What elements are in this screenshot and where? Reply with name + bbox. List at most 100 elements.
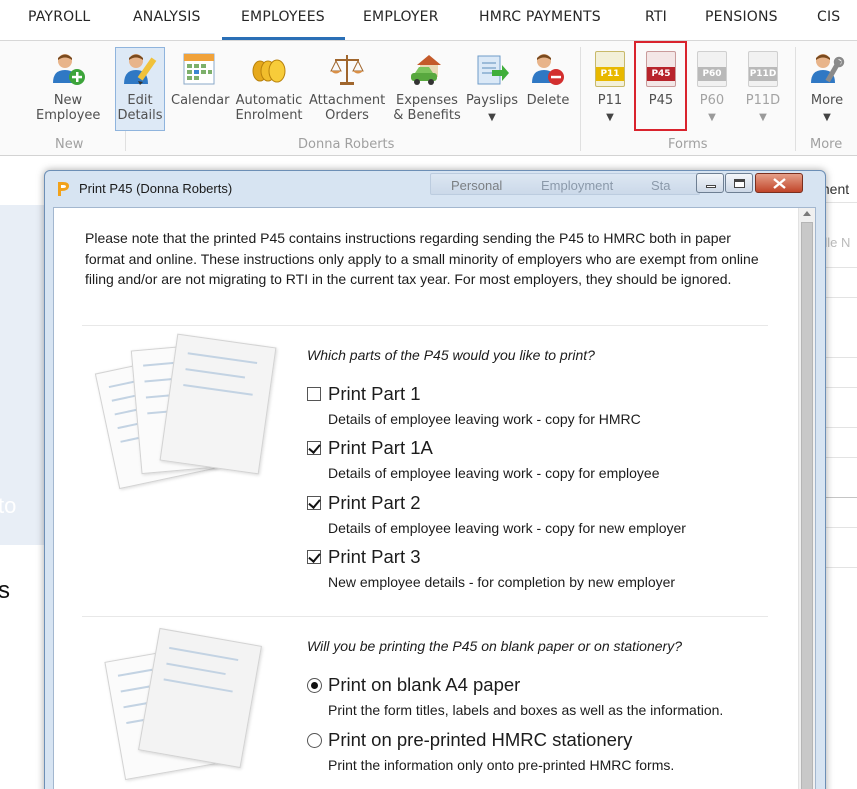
background-tab-employment: Employment <box>541 178 614 193</box>
maximize-icon <box>734 179 745 188</box>
p60-form-icon: P60 <box>697 51 727 87</box>
p11-dropdown-arrow[interactable]: ▼ <box>592 110 628 125</box>
p11d-icon-text: P11D <box>749 67 777 81</box>
background-divider <box>822 297 857 298</box>
p11d-dropdown-arrow[interactable]: ▼ <box>744 110 782 125</box>
menu-employees[interactable]: EMPLOYEES <box>241 9 325 25</box>
scrollbar-thumb[interactable] <box>801 222 813 789</box>
background-divider <box>822 427 857 428</box>
calendar-icon <box>181 51 217 87</box>
automatic-enrolment-label: Automatic Enrolment <box>235 93 303 123</box>
new-employee-button[interactable]: New Employee <box>36 51 100 123</box>
ribbon: New Employee Edit Details Calendar Autom… <box>0 41 857 156</box>
edit-details-icon <box>122 51 158 87</box>
p45-instructions-note: Please note that the printed P45 contain… <box>85 230 759 287</box>
p11d-label: P11D <box>745 93 781 108</box>
p11-button[interactable]: P11 P11 ▼ <box>592 51 628 125</box>
delete-label: Delete <box>526 93 570 108</box>
parts-question: Which parts of the P45 would you like to… <box>307 347 595 363</box>
more-button[interactable]: More ▼ <box>806 51 848 125</box>
edit-details-button[interactable]: Edit Details <box>115 47 165 131</box>
print-part-3-description: New employee details - for completion by… <box>328 574 676 590</box>
background-divider <box>822 267 857 268</box>
p45-forms-illustration <box>94 333 284 490</box>
p60-icon-text: P60 <box>698 67 726 81</box>
background-left-text: to <box>0 493 17 518</box>
blank-paper-description: Print the form titles, labels and boxes … <box>328 702 724 718</box>
dialog-body: Please note that the printed P45 contain… <box>53 207 816 789</box>
payslips-label: Payslips <box>466 93 518 108</box>
background-divider <box>822 202 857 203</box>
new-employee-label: New Employee <box>36 93 101 123</box>
menu-payroll[interactable]: PAYROLL <box>28 9 90 25</box>
maximize-button[interactable] <box>725 173 753 193</box>
background-tab-strip: Personal Employment Sta <box>430 173 700 195</box>
background-divider <box>822 497 857 498</box>
print-part-1-checkbox[interactable] <box>307 387 321 401</box>
background-divider <box>822 387 857 388</box>
background-tab-third: Sta <box>651 178 671 193</box>
automatic-enrolment-button[interactable]: Automatic Enrolment <box>235 51 303 123</box>
background-divider <box>822 567 857 568</box>
payslips-icon <box>474 51 510 87</box>
stationery-label[interactable]: Print on pre-printed HMRC stationery <box>328 729 632 751</box>
background-divider <box>822 457 857 458</box>
background-left-panel: to s <box>0 157 44 789</box>
ribbon-separator <box>580 47 581 151</box>
print-part-2-checkbox[interactable] <box>307 496 321 510</box>
new-employee-icon <box>50 51 86 87</box>
background-left-heading: s <box>0 577 10 604</box>
paper-stationery-illustration <box>104 627 284 781</box>
p45-highlight-box <box>634 41 687 131</box>
delete-button[interactable]: Delete <box>526 51 570 108</box>
print-part-1a-description: Details of employee leaving work - copy … <box>328 465 660 481</box>
close-button[interactable] <box>755 173 803 193</box>
menu-rti[interactable]: RTI <box>645 9 667 25</box>
paper-sheet <box>138 627 262 769</box>
attachment-orders-button[interactable]: Attachment Orders <box>309 51 385 123</box>
print-part-1-description: Details of employee leaving work - copy … <box>328 411 641 427</box>
coins-icon <box>251 51 287 87</box>
active-tab-underline <box>222 37 345 40</box>
calendar-button[interactable]: Calendar <box>171 51 229 108</box>
menu-hmrc-payments[interactable]: HMRC PAYMENTS <box>479 9 601 25</box>
p60-dropdown-arrow[interactable]: ▼ <box>694 110 730 125</box>
section-divider <box>82 325 768 326</box>
minimize-icon <box>706 185 716 188</box>
scroll-up-arrow-icon[interactable] <box>803 211 811 216</box>
ribbon-separator <box>795 47 796 151</box>
print-part-3-checkbox[interactable] <box>307 550 321 564</box>
background-divider <box>822 357 857 358</box>
stationery-radio[interactable] <box>307 733 322 748</box>
menu-employer[interactable]: EMPLOYER <box>363 9 439 25</box>
paper-question: Will you be printing the P45 on blank pa… <box>307 638 682 654</box>
group-label-forms: Forms <box>668 137 708 152</box>
menu-cis[interactable]: CIS <box>817 9 840 25</box>
print-part-1a-checkbox[interactable] <box>307 441 321 455</box>
stationery-description: Print the information only onto pre-prin… <box>328 757 675 773</box>
payslips-dropdown-arrow[interactable]: ▼ <box>466 110 518 125</box>
background-tab-personal: Personal <box>451 178 503 193</box>
payslips-button[interactable]: Payslips ▼ <box>466 51 518 125</box>
attachment-orders-label: Attachment Orders <box>309 93 386 123</box>
p60-button[interactable]: P60 P60 ▼ <box>694 51 730 125</box>
top-menu: PAYROLL ANALYSIS EMPLOYEES EMPLOYER HMRC… <box>0 0 857 41</box>
print-part-2-label[interactable]: Print Part 2 <box>328 492 421 514</box>
more-dropdown-arrow[interactable]: ▼ <box>806 110 848 125</box>
menu-pensions[interactable]: PENSIONS <box>705 9 778 25</box>
dialog-title: Print P45 (Donna Roberts) <box>79 181 233 196</box>
expenses-benefits-button[interactable]: Expenses & Benefits <box>393 51 461 123</box>
blank-paper-label[interactable]: Print on blank A4 paper <box>328 674 520 696</box>
blank-paper-radio[interactable] <box>307 678 322 693</box>
p11d-button[interactable]: P11D P11D ▼ <box>744 51 782 125</box>
menu-analysis[interactable]: ANALYSIS <box>133 9 201 25</box>
vertical-scrollbar[interactable] <box>798 208 815 789</box>
group-label-new: New <box>55 137 84 152</box>
print-part-1a-label[interactable]: Print Part 1A <box>328 437 433 459</box>
delete-employee-icon <box>530 51 566 87</box>
print-part-3-label[interactable]: Print Part 3 <box>328 546 421 568</box>
p60-label: P60 <box>699 93 725 108</box>
minimize-button[interactable] <box>696 173 724 193</box>
more-tools-icon <box>809 51 845 87</box>
print-part-1-label[interactable]: Print Part 1 <box>328 383 421 405</box>
